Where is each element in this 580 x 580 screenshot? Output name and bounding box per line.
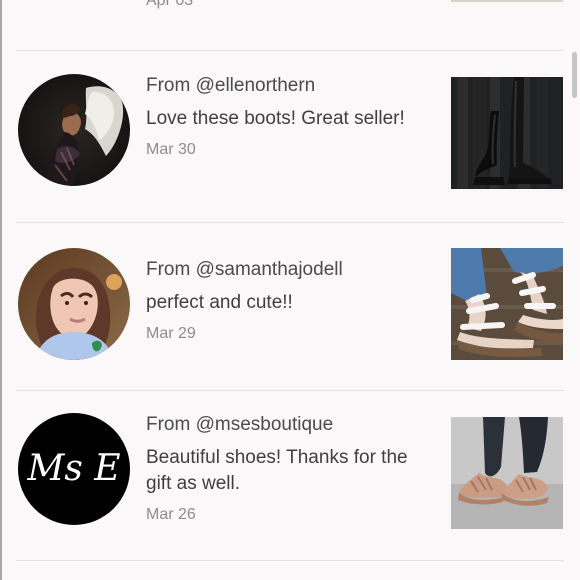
ms-e-logo-avatar: Ms E xyxy=(18,413,130,525)
review-date: Mar 29 xyxy=(146,325,196,342)
tan-shoe-photo xyxy=(451,417,563,529)
review-divider xyxy=(16,390,564,391)
review-row[interactable]: Ms E From @msesboutique Beautiful shoes!… xyxy=(16,413,564,531)
previous-review-thumbnail[interactable] xyxy=(451,0,563,2)
review-divider xyxy=(16,222,564,223)
woman-portrait-avatar-image xyxy=(18,248,130,360)
review-date: Apr 03 xyxy=(146,0,194,9)
review-divider xyxy=(16,560,564,561)
review-divider xyxy=(16,50,564,51)
review-message: Beautiful shoes! Thanks for the gift as … xyxy=(146,447,408,494)
review-content: From @ellenorthern Love these boots! Gre… xyxy=(146,74,421,160)
review-date: Mar 30 xyxy=(146,141,196,158)
avatar[interactable] xyxy=(18,248,130,360)
avatar[interactable] xyxy=(18,74,130,186)
avatar-logo-text: Ms E xyxy=(26,448,120,489)
left-edge xyxy=(0,0,2,580)
review-date: Mar 26 xyxy=(146,506,196,523)
review-user[interactable]: From @ellenorthern xyxy=(146,74,421,98)
white-sandal-photo xyxy=(451,248,563,360)
review-content: From @msesboutique Beautiful shoes! Than… xyxy=(146,413,421,525)
review-product-thumbnail[interactable] xyxy=(451,77,563,189)
review-list-screen: Apr 03 From @ellenorthern Love these boo… xyxy=(0,0,580,580)
review-row[interactable]: From @samanthajodell perfect and cute!! … xyxy=(16,248,564,360)
review-user[interactable]: From @msesboutique xyxy=(146,413,421,437)
review-product-thumbnail[interactable] xyxy=(451,417,563,529)
review-user[interactable]: From @samanthajodell xyxy=(146,258,421,282)
review-row[interactable]: From @ellenorthern Love these boots! Gre… xyxy=(16,74,564,192)
woman-with-horse-avatar-image xyxy=(18,74,130,186)
scrollbar-thumb[interactable] xyxy=(572,52,577,98)
black-boot-photo xyxy=(451,77,563,189)
avatar[interactable]: Ms E xyxy=(18,413,130,525)
review-product-thumbnail[interactable] xyxy=(451,248,563,360)
review-message: perfect and cute!! xyxy=(146,292,293,313)
review-content: From @samanthajodell perfect and cute!! … xyxy=(146,258,421,344)
review-message: Love these boots! Great seller! xyxy=(146,108,405,129)
